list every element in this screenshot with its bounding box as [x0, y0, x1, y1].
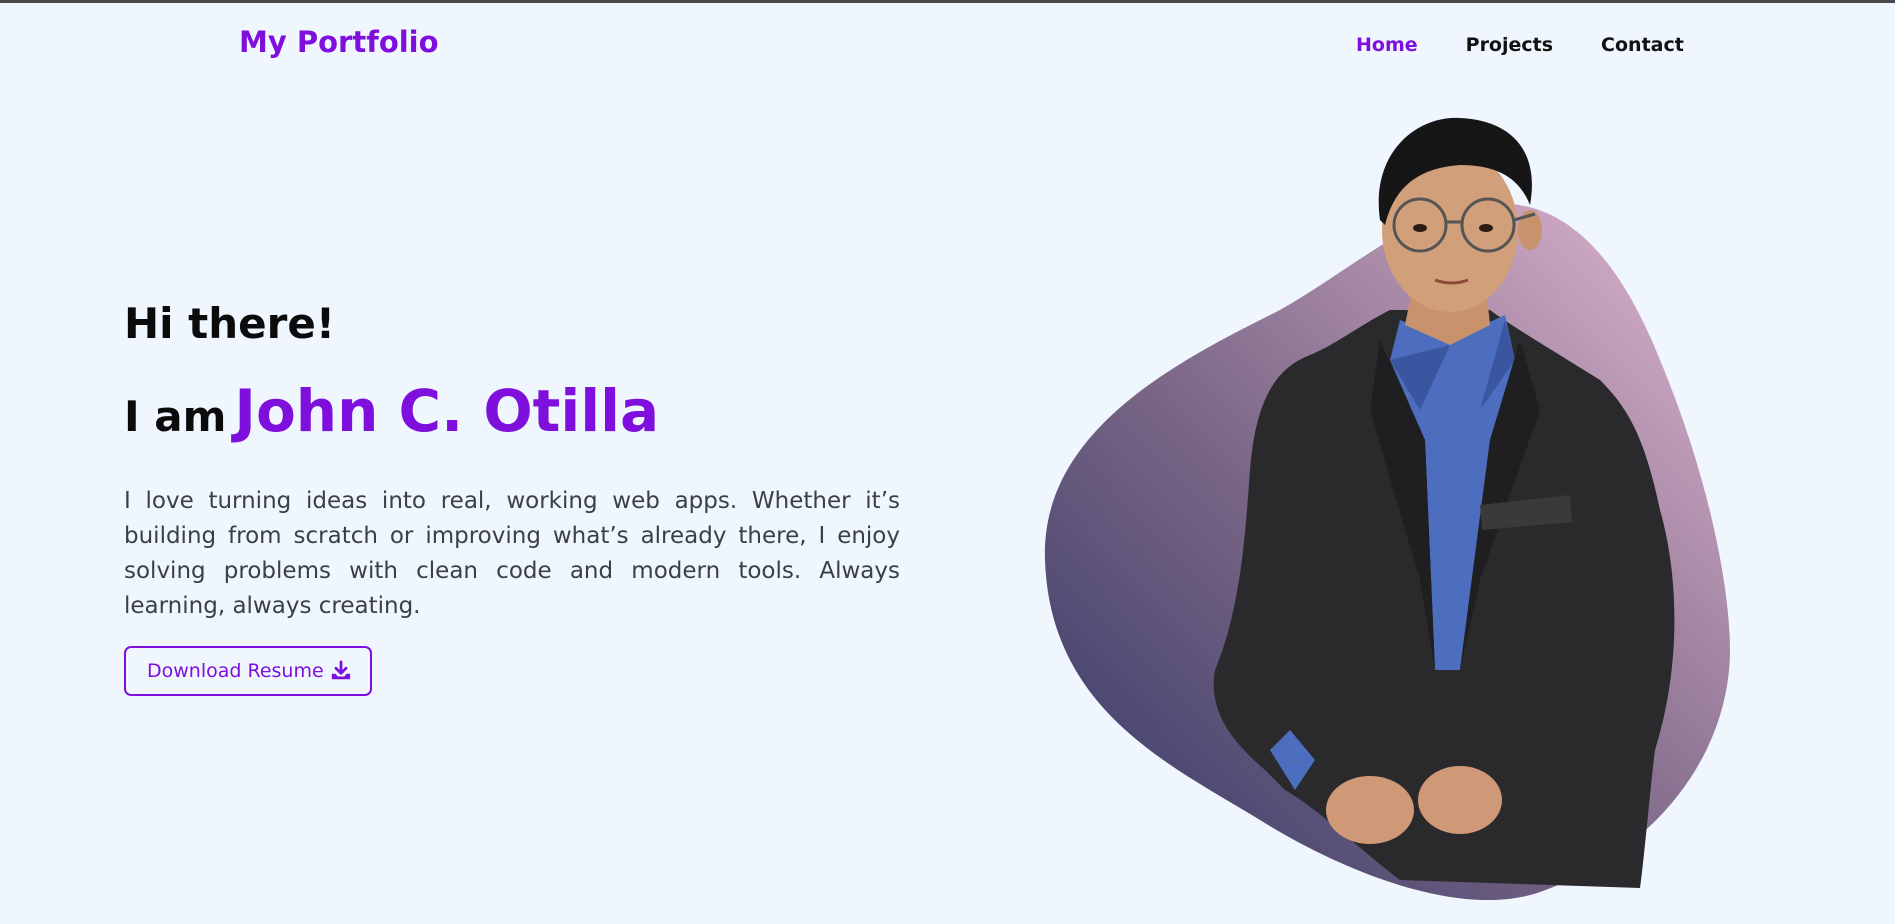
nav-link-projects[interactable]: Projects: [1466, 34, 1553, 56]
navbar: My Portfolio Home Projects Contact: [0, 3, 1895, 83]
download-resume-label: Download Resume: [147, 660, 324, 682]
download-resume-button[interactable]: Download Resume: [124, 646, 372, 696]
hero-greeting: Hi there!: [124, 299, 335, 348]
hero-intro: I am John C. Otilla: [124, 376, 900, 458]
nav-link-home[interactable]: Home: [1356, 34, 1418, 56]
nav-links: Home Projects Contact: [1356, 34, 1732, 56]
intro-lead: I am: [124, 392, 227, 441]
nav-link-contact[interactable]: Contact: [1601, 34, 1684, 56]
hero-name: John C. Otilla: [234, 377, 660, 445]
hands: [1326, 776, 1414, 844]
brand-logo[interactable]: My Portfolio: [239, 25, 439, 59]
hero-text: Hi there! I am John C. Otilla I love turn…: [124, 296, 900, 696]
hero-visual: [1040, 110, 1760, 901]
download-icon: [331, 660, 350, 680]
portrait-illustration: [1044, 117, 1730, 901]
hero-bio: I love turning ideas into real, working …: [124, 488, 900, 619]
